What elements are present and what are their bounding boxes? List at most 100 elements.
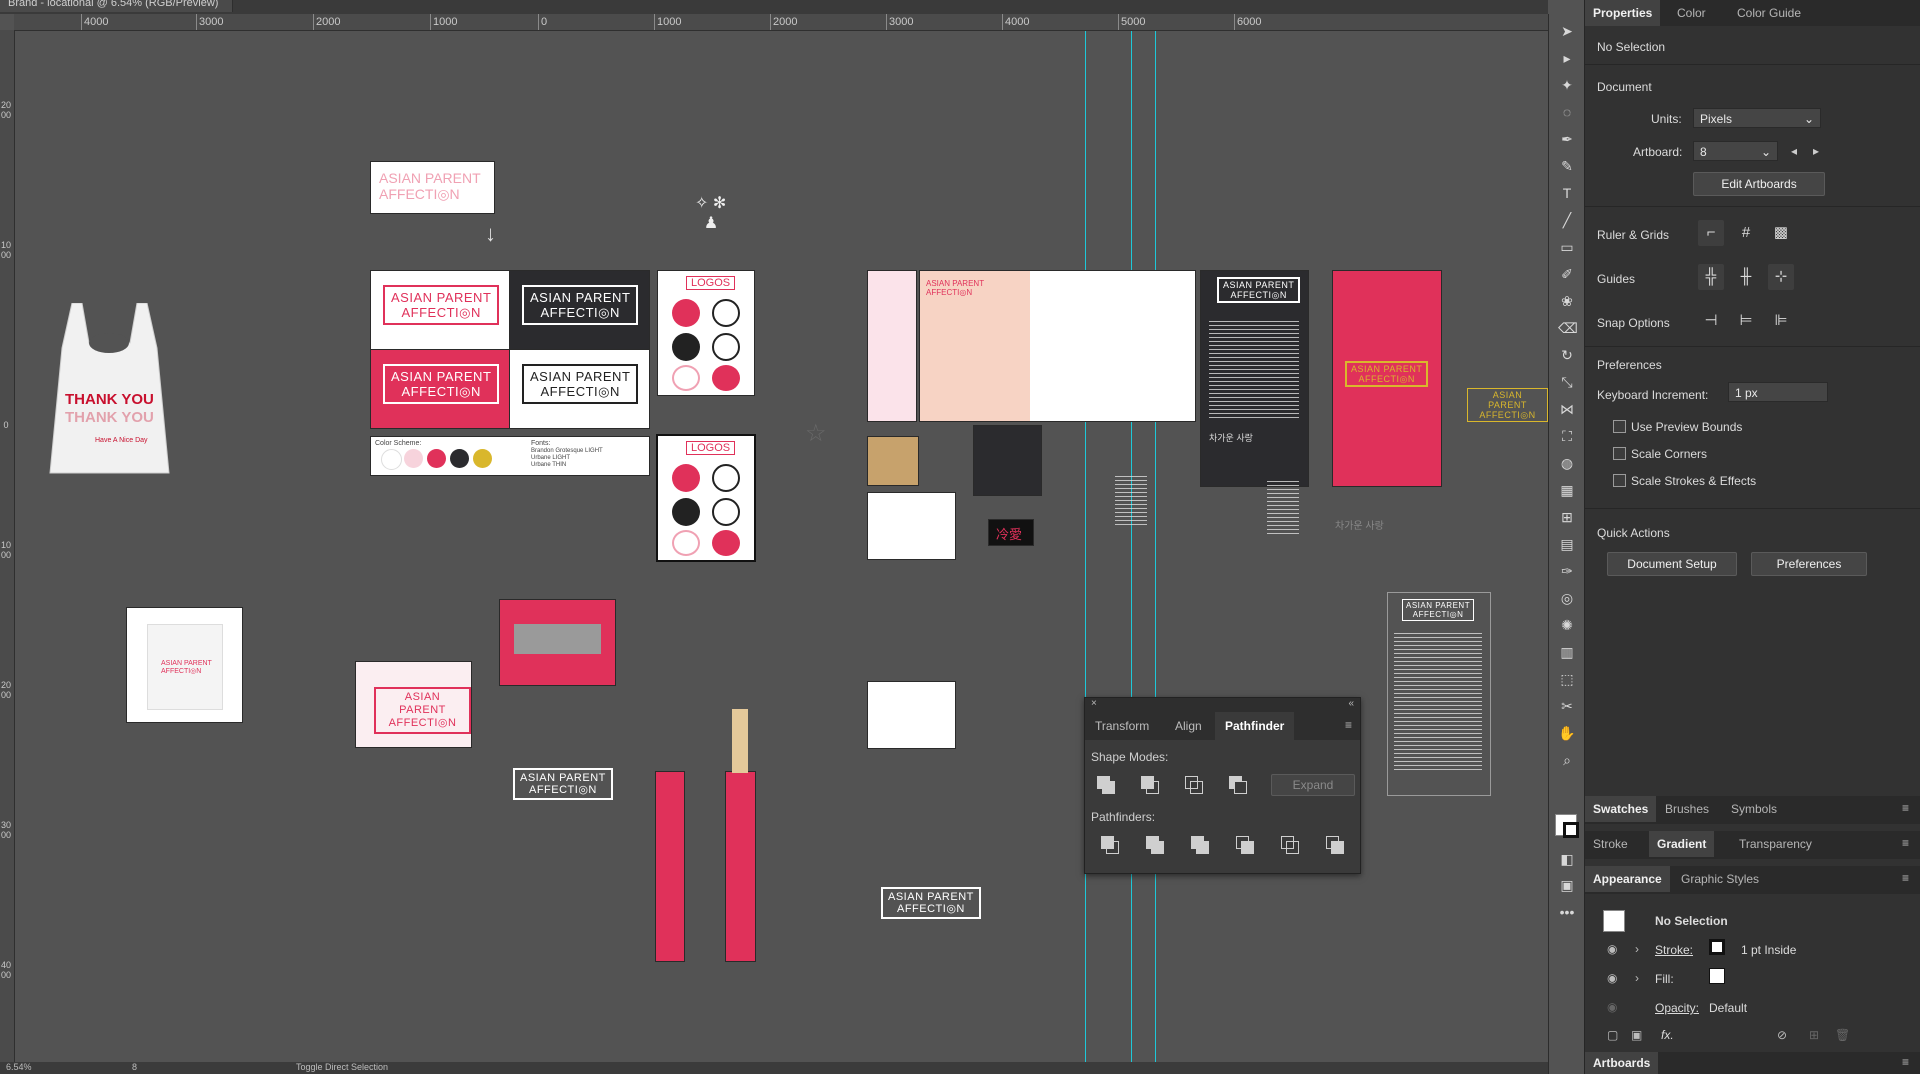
fill-label[interactable]: Fill: xyxy=(1655,972,1674,986)
artboard-select[interactable]: 8 ⌄ xyxy=(1693,141,1778,161)
crop-icon[interactable] xyxy=(1236,836,1254,854)
logo-icons-group[interactable]: ✧ ✻ ♟ xyxy=(695,193,726,233)
text-snippet[interactable] xyxy=(1115,476,1147,526)
merge-icon[interactable] xyxy=(1191,836,1209,854)
logos-board-2[interactable]: LOGOS xyxy=(658,436,754,560)
artboard-canvas[interactable]: THANK YOU THANK YOU Have A Nice Day ASIA… xyxy=(15,31,1548,1062)
zoom-level[interactable]: 6.54% xyxy=(6,1062,32,1072)
scale-tool-icon[interactable]: ⤡ xyxy=(1558,373,1576,391)
horizontal-ruler[interactable]: 4000 3000 2000 1000 0 1000 2000 3000 400… xyxy=(14,14,1548,31)
stroke-value[interactable]: 1 pt Inside xyxy=(1741,943,1796,957)
text-snippet[interactable] xyxy=(1267,481,1299,536)
thank-you-bag-mockup[interactable]: THANK YOU THANK YOU Have A Nice Day xyxy=(47,302,172,481)
intersect-icon[interactable] xyxy=(1185,776,1203,794)
collapse-icon[interactable]: « xyxy=(1348,698,1354,709)
lock-guides-icon[interactable]: ╫ xyxy=(1733,264,1759,290)
hand-tool-icon[interactable]: ✋ xyxy=(1558,724,1576,742)
white-illustration-logo[interactable]: ASIAN PARENT AFFECTI◎N xyxy=(513,768,613,800)
fill-color-swatch[interactable] xyxy=(1709,968,1725,984)
eye-icon[interactable]: ◉ xyxy=(1607,971,1617,985)
menu-outline-board[interactable]: ASIAN PARENT AFFECTI◎N xyxy=(1387,592,1491,796)
more-tools-icon[interactable]: ••• xyxy=(1558,903,1576,921)
add-stroke-icon[interactable]: ▢ xyxy=(1607,1028,1618,1042)
gradient-tool-icon[interactable]: ▤ xyxy=(1558,535,1576,553)
tab-pathfinder[interactable]: Pathfinder xyxy=(1215,712,1295,740)
chevron-right-icon[interactable]: › xyxy=(1635,942,1639,956)
snap-to-pixel-icon[interactable]: ⊨ xyxy=(1733,308,1759,334)
previous-artboard-icon[interactable]: ◂ xyxy=(1791,144,1797,158)
paintbrush-tool-icon[interactable]: ✐ xyxy=(1558,265,1576,283)
menu-pattern-board[interactable] xyxy=(868,271,916,421)
tab-stroke[interactable]: Stroke xyxy=(1585,831,1636,857)
snap-to-point-icon[interactable]: ⊣ xyxy=(1698,308,1724,334)
vertical-ruler[interactable]: 2000 1000 0 1000 2000 3000 4000 xyxy=(0,30,15,1074)
screen-mode-icon[interactable]: ▣ xyxy=(1558,876,1576,894)
scale-strokes-effects-checkbox[interactable] xyxy=(1613,474,1626,487)
pen-tool-icon[interactable]: ✒ xyxy=(1558,130,1576,148)
minus-front-icon[interactable] xyxy=(1141,776,1159,794)
artboard-tool-icon[interactable]: ⬚ xyxy=(1558,670,1576,688)
close-icon[interactable]: × xyxy=(1091,698,1097,709)
keyboard-increment-field[interactable]: 1 px xyxy=(1728,382,1828,402)
pathfinder-panel[interactable]: × « Transform Align Pathfinder ≡ Shape M… xyxy=(1084,697,1361,874)
use-preview-bounds-checkbox[interactable] xyxy=(1613,420,1626,433)
smart-guides-icon[interactable]: ⊹ xyxy=(1768,264,1794,290)
logo-variant-white[interactable]: ASIAN PARENT AFFECTI◎N xyxy=(371,271,510,350)
tab-color[interactable]: Color xyxy=(1669,0,1714,26)
minus-back-icon[interactable] xyxy=(1326,836,1344,854)
kraft-box-mockup[interactable] xyxy=(868,437,918,485)
curvature-tool-icon[interactable]: ✎ xyxy=(1558,157,1576,175)
expand-button[interactable]: Expand xyxy=(1271,774,1355,796)
logo-variant-dark[interactable]: ASIAN PARENT AFFECTI◎N xyxy=(510,271,649,350)
tab-brushes[interactable]: Brushes xyxy=(1657,796,1717,822)
guide-line[interactable] xyxy=(1131,31,1132,1062)
tab-artboards[interactable]: Artboards xyxy=(1585,1052,1659,1074)
tab-graphic-styles[interactable]: Graphic Styles xyxy=(1673,866,1767,892)
red-menu-cover[interactable]: ASIAN PARENT AFFECTI◎N xyxy=(1333,271,1441,486)
duplicate-item-icon[interactable]: ⊞ xyxy=(1809,1028,1819,1042)
takeout-box-mockup[interactable]: ASIAN PARENT AFFECTI◎N xyxy=(127,608,242,722)
chopstick-sleeve[interactable] xyxy=(726,772,755,961)
eye-icon[interactable]: ◉ xyxy=(1607,1000,1617,1014)
outline-icon[interactable] xyxy=(1281,836,1299,854)
perspective-grid-tool-icon[interactable]: ▦ xyxy=(1558,481,1576,499)
mesh-tool-icon[interactable]: ⊞ xyxy=(1558,508,1576,526)
fx-icon[interactable]: fx. xyxy=(1661,1028,1674,1042)
artboard-number[interactable]: 8 xyxy=(132,1062,137,1072)
illustrated-card[interactable]: ASIAN PARENT AFFECTI◎N xyxy=(356,662,471,747)
units-dropdown[interactable]: Pixels ⌄ xyxy=(1693,108,1821,128)
gold-logo[interactable]: ASIAN PARENT AFFECTI◎N xyxy=(1467,388,1548,422)
delete-item-icon[interactable]: 🗑 xyxy=(1835,1028,1850,1042)
rotate-tool-icon[interactable]: ↻ xyxy=(1558,346,1576,364)
zoom-tool-icon[interactable]: ⌕ xyxy=(1558,751,1576,769)
logos-board-1[interactable]: LOGOS xyxy=(658,271,754,395)
grid-icon[interactable]: # xyxy=(1733,220,1759,246)
panel-menu-icon[interactable]: ≡ xyxy=(1902,836,1909,850)
next-artboard-icon[interactable]: ▸ xyxy=(1813,144,1819,158)
stroke-color-swatch[interactable] xyxy=(1709,939,1725,955)
guide-line[interactable] xyxy=(1085,31,1086,1062)
menu-spread-board[interactable]: ASIAN PARENT AFFECTI◎N xyxy=(920,271,1195,421)
panel-header[interactable]: × « xyxy=(1085,698,1360,712)
eyedropper-tool-icon[interactable]: ✑ xyxy=(1558,562,1576,580)
width-tool-icon[interactable]: ⋈ xyxy=(1558,400,1576,418)
eye-icon[interactable]: ◉ xyxy=(1607,942,1617,956)
tab-appearance[interactable]: Appearance xyxy=(1585,866,1670,892)
rectangle-tool-icon[interactable]: ▭ xyxy=(1558,238,1576,256)
white-box-mockup[interactable] xyxy=(868,682,955,748)
direct-selection-tool-icon[interactable]: ▸ xyxy=(1558,49,1576,67)
opacity-label[interactable]: Opacity: xyxy=(1655,1001,1699,1015)
logo-variant-red[interactable]: ASIAN PARENT AFFECTI◎N xyxy=(371,350,510,428)
tab-gradient[interactable]: Gradient xyxy=(1649,831,1715,857)
blend-tool-icon[interactable]: ◎ xyxy=(1558,589,1576,607)
document-setup-button[interactable]: Document Setup xyxy=(1607,552,1737,576)
snap-to-glyph-icon[interactable]: ⊫ xyxy=(1768,308,1794,334)
edit-artboards-button[interactable]: Edit Artboards xyxy=(1693,172,1825,196)
title-label-board[interactable]: ASIAN PARENT AFFECTI◎N xyxy=(371,162,494,213)
drawing-modes-icon[interactable]: ◧ xyxy=(1558,850,1576,868)
logo-variant-outline[interactable]: ASIAN PARENT AFFECTI◎N xyxy=(510,350,649,428)
panel-menu-icon[interactable]: ≡ xyxy=(1902,801,1909,815)
dark-menu-board[interactable]: ASIAN PARENT AFFECTI◎N 차가운 사랑 xyxy=(1201,271,1308,486)
stroke-swatch[interactable] xyxy=(1563,822,1579,838)
panel-menu-icon[interactable]: ≡ xyxy=(1902,871,1909,885)
